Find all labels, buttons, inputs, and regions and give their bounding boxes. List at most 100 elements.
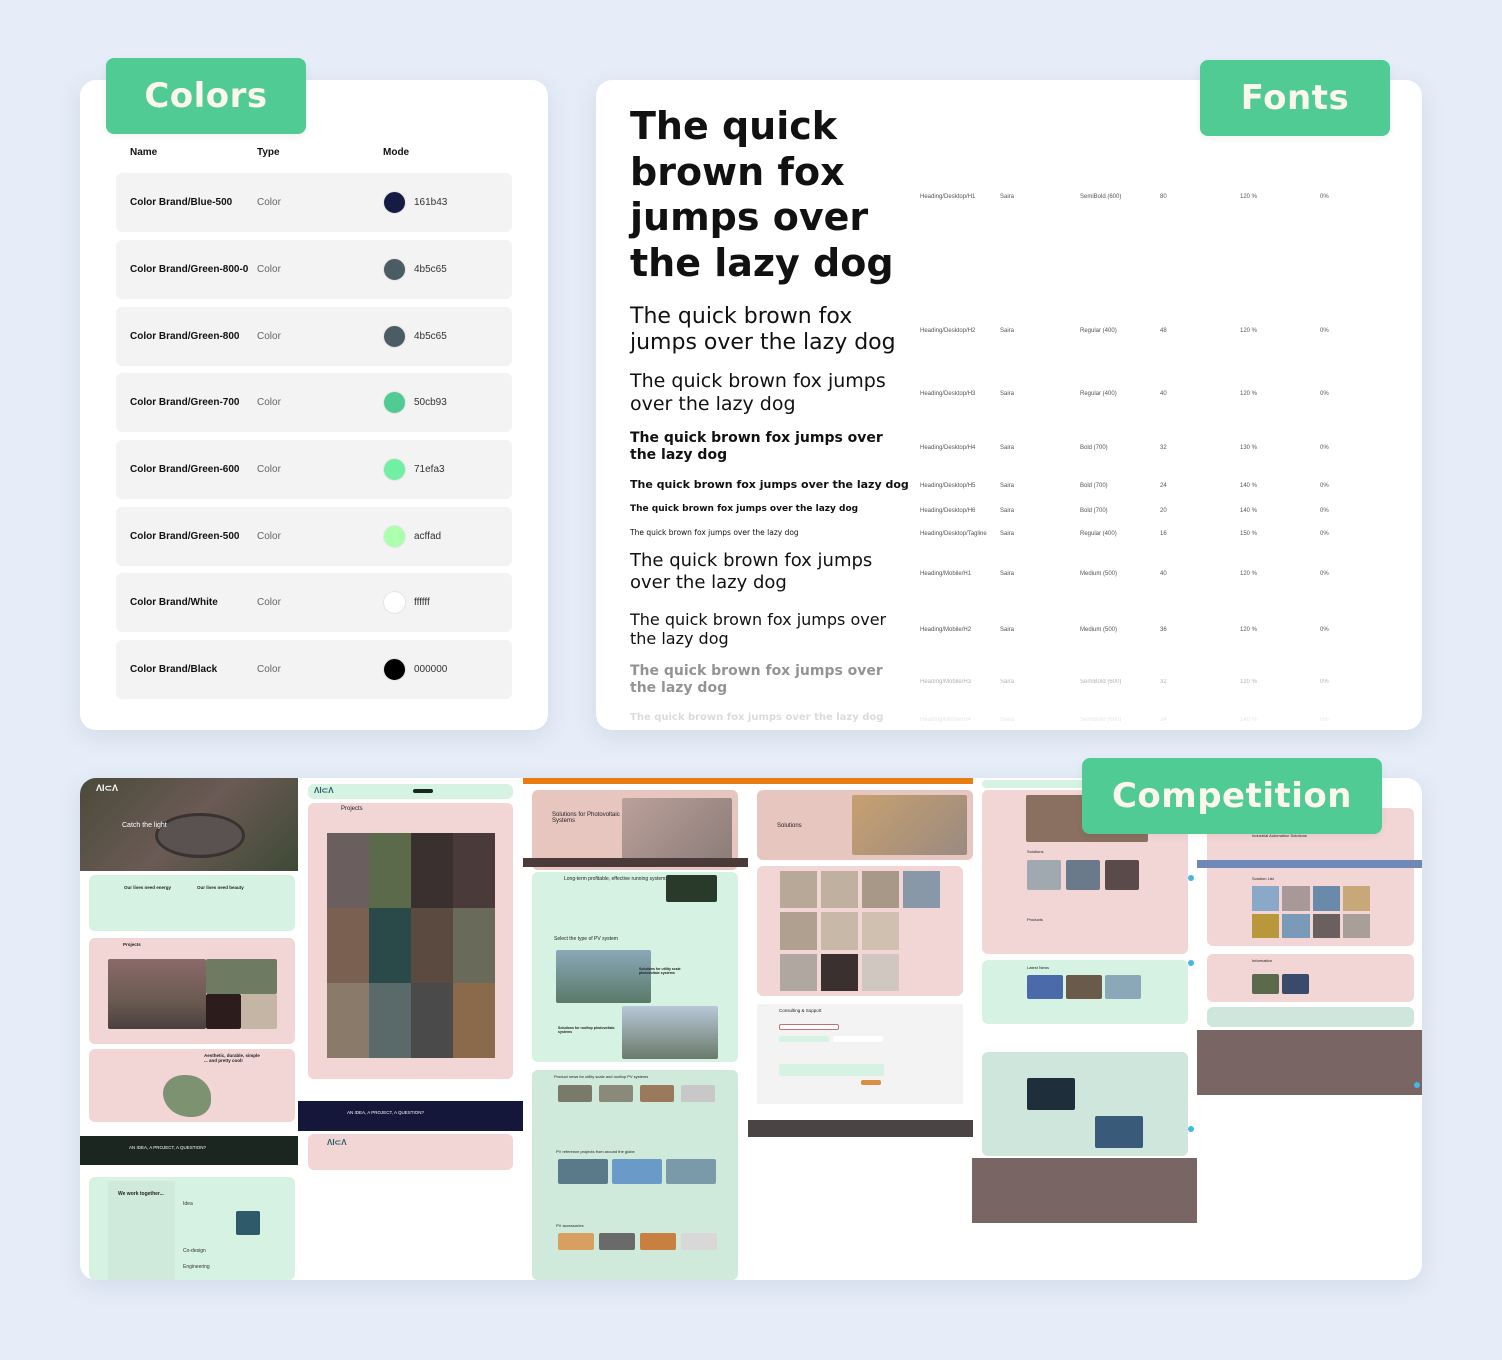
font-sample: The quick brown fox jumps over the lazy … [630, 528, 799, 537]
color-row[interactable]: Color Brand/Black Color 000000 [116, 640, 512, 699]
consulting-heading: Consulting & Support [779, 1008, 822, 1013]
solution-tile[interactable] [780, 953, 817, 991]
solution-tile[interactable] [1342, 886, 1370, 911]
product-image [640, 1085, 674, 1102]
accordion-item[interactable]: Co-design [183, 1248, 206, 1254]
solution-tile[interactable] [780, 912, 817, 950]
font-size: 80 [1160, 194, 1167, 200]
color-type: Color [257, 197, 281, 208]
video-thumbnail[interactable] [1282, 974, 1309, 994]
site6-footer [1197, 1030, 1422, 1095]
font-family: Saira [1000, 445, 1015, 451]
font-letter-spacing: 0% [1320, 328, 1329, 334]
project-tile[interactable] [453, 833, 495, 908]
color-row[interactable]: Color Brand/White Color ffffff [116, 573, 512, 632]
project-tile[interactable] [327, 983, 369, 1058]
color-type: Color [257, 464, 281, 475]
solution-tile[interactable] [1312, 913, 1340, 938]
form-select[interactable] [779, 1024, 839, 1030]
solution-tile[interactable] [821, 953, 858, 991]
project-tile[interactable] [327, 908, 369, 983]
solution-tile[interactable] [1282, 913, 1310, 938]
solution-tile[interactable] [821, 912, 858, 950]
project-tile[interactable] [411, 908, 453, 983]
color-name: Color Brand/Blue-500 [130, 197, 233, 208]
solution-tile[interactable] [1252, 886, 1280, 911]
fonts-section-label: Fonts [1200, 60, 1390, 136]
color-swatch [383, 325, 406, 348]
color-row[interactable]: Color Brand/Green-800-0 Color 4b5c65 [116, 240, 512, 299]
color-hex: 000000 [414, 664, 448, 675]
solution-tile[interactable] [821, 871, 858, 909]
video-thumbnail[interactable] [1252, 974, 1279, 994]
font-style: Heading/Mobile/H4 [920, 717, 972, 723]
site2-navbar: ΛΙ⊂Λ [308, 784, 513, 799]
color-swatch [383, 191, 406, 214]
solution-tile[interactable] [862, 953, 899, 991]
competition-section-label: Competition [1082, 758, 1382, 834]
accessory-image [599, 1233, 635, 1250]
solution-tile[interactable] [903, 953, 940, 991]
fonts-panel: The quick brown fox jumps over the lazy … [596, 80, 1422, 730]
project-dark-tile [206, 994, 241, 1029]
accordion-item[interactable]: Engineering [183, 1264, 210, 1270]
project-tile[interactable] [369, 908, 411, 983]
solution-tile[interactable] [1282, 886, 1310, 911]
solution-tile[interactable] [1252, 913, 1280, 938]
article-image [1095, 1116, 1143, 1148]
form-field[interactable] [779, 1036, 829, 1042]
font-line-height: 130 % [1240, 445, 1258, 451]
solution-tile[interactable] [862, 912, 899, 950]
color-row[interactable]: Color Brand/Green-500 Color acffad [116, 507, 512, 566]
cta-text: AN IDEA, A PROJECT, A QUESTION? [347, 1110, 425, 1115]
site4-hero-title: Solutions [777, 823, 802, 829]
font-sample: The quick brown fox jumps over the lazy … [630, 304, 896, 356]
color-row[interactable]: Color Brand/Green-800 Color 4b5c65 [116, 307, 512, 366]
nav-cta-button[interactable] [413, 789, 433, 793]
project-tile[interactable] [369, 833, 411, 908]
font-family: Saira [1000, 483, 1015, 489]
project-tile[interactable] [411, 983, 453, 1058]
rooftop-card-title[interactable]: Solutions for rooftop photovoltaic syste… [558, 1026, 618, 1034]
site1-cta-banner: AN IDEA, A PROJECT, A QUESTION? [80, 1136, 298, 1165]
project-tile[interactable] [453, 983, 495, 1058]
submit-button[interactable] [861, 1080, 881, 1085]
font-sample: The quick brown fox jumps over the lazy … [630, 104, 894, 285]
site4-top-bar [748, 778, 973, 784]
font-style: Heading/Desktop/H3 [920, 391, 976, 397]
site4-footer [748, 1120, 973, 1137]
solution-tile[interactable] [862, 871, 899, 909]
font-sample: The quick brown fox jumps over the lazy … [630, 550, 873, 593]
form-message[interactable] [779, 1064, 884, 1076]
form-field[interactable] [833, 1036, 883, 1042]
site5-footer [972, 1158, 1197, 1223]
color-type: Color [257, 531, 281, 542]
color-row[interactable]: Color Brand/Green-600 Color 71efa3 [116, 440, 512, 499]
hero-building-image [155, 813, 245, 858]
font-size: 32 [1160, 679, 1167, 685]
solution-tile[interactable] [903, 871, 940, 909]
video-thumbnail[interactable] [666, 875, 717, 902]
news-image [1066, 975, 1102, 999]
accordion-item[interactable]: Idea [183, 1201, 193, 1207]
utility-card-title[interactable]: Solutions for utility scale photovoltaic… [639, 967, 699, 975]
font-weight: Regular (400) [1080, 531, 1117, 537]
projects-heading: Projects [341, 806, 363, 812]
rooftop-solar-image [622, 1006, 718, 1059]
solution-tile[interactable] [1342, 913, 1370, 938]
product-image [681, 1085, 715, 1102]
solution-tile[interactable] [903, 912, 940, 950]
color-row[interactable]: Color Brand/Green-700 Color 50cb93 [116, 373, 512, 432]
project-tile[interactable] [327, 833, 369, 908]
colors-panel: Name Type Mode Color Brand/Blue-500 Color… [80, 80, 548, 730]
font-line-height: 150 % [1240, 531, 1258, 537]
solution-tile[interactable] [780, 871, 817, 909]
project-tile[interactable] [411, 833, 453, 908]
solution-tile[interactable] [1312, 886, 1340, 911]
font-size: 24 [1160, 717, 1167, 723]
site3-hero-title: Solutions for Photovoltaic Systems [552, 812, 620, 824]
solution-image [1027, 860, 1061, 890]
project-tile[interactable] [453, 908, 495, 983]
color-row[interactable]: Color Brand/Blue-500 Color 161b43 [116, 173, 512, 232]
project-tile[interactable] [369, 983, 411, 1058]
